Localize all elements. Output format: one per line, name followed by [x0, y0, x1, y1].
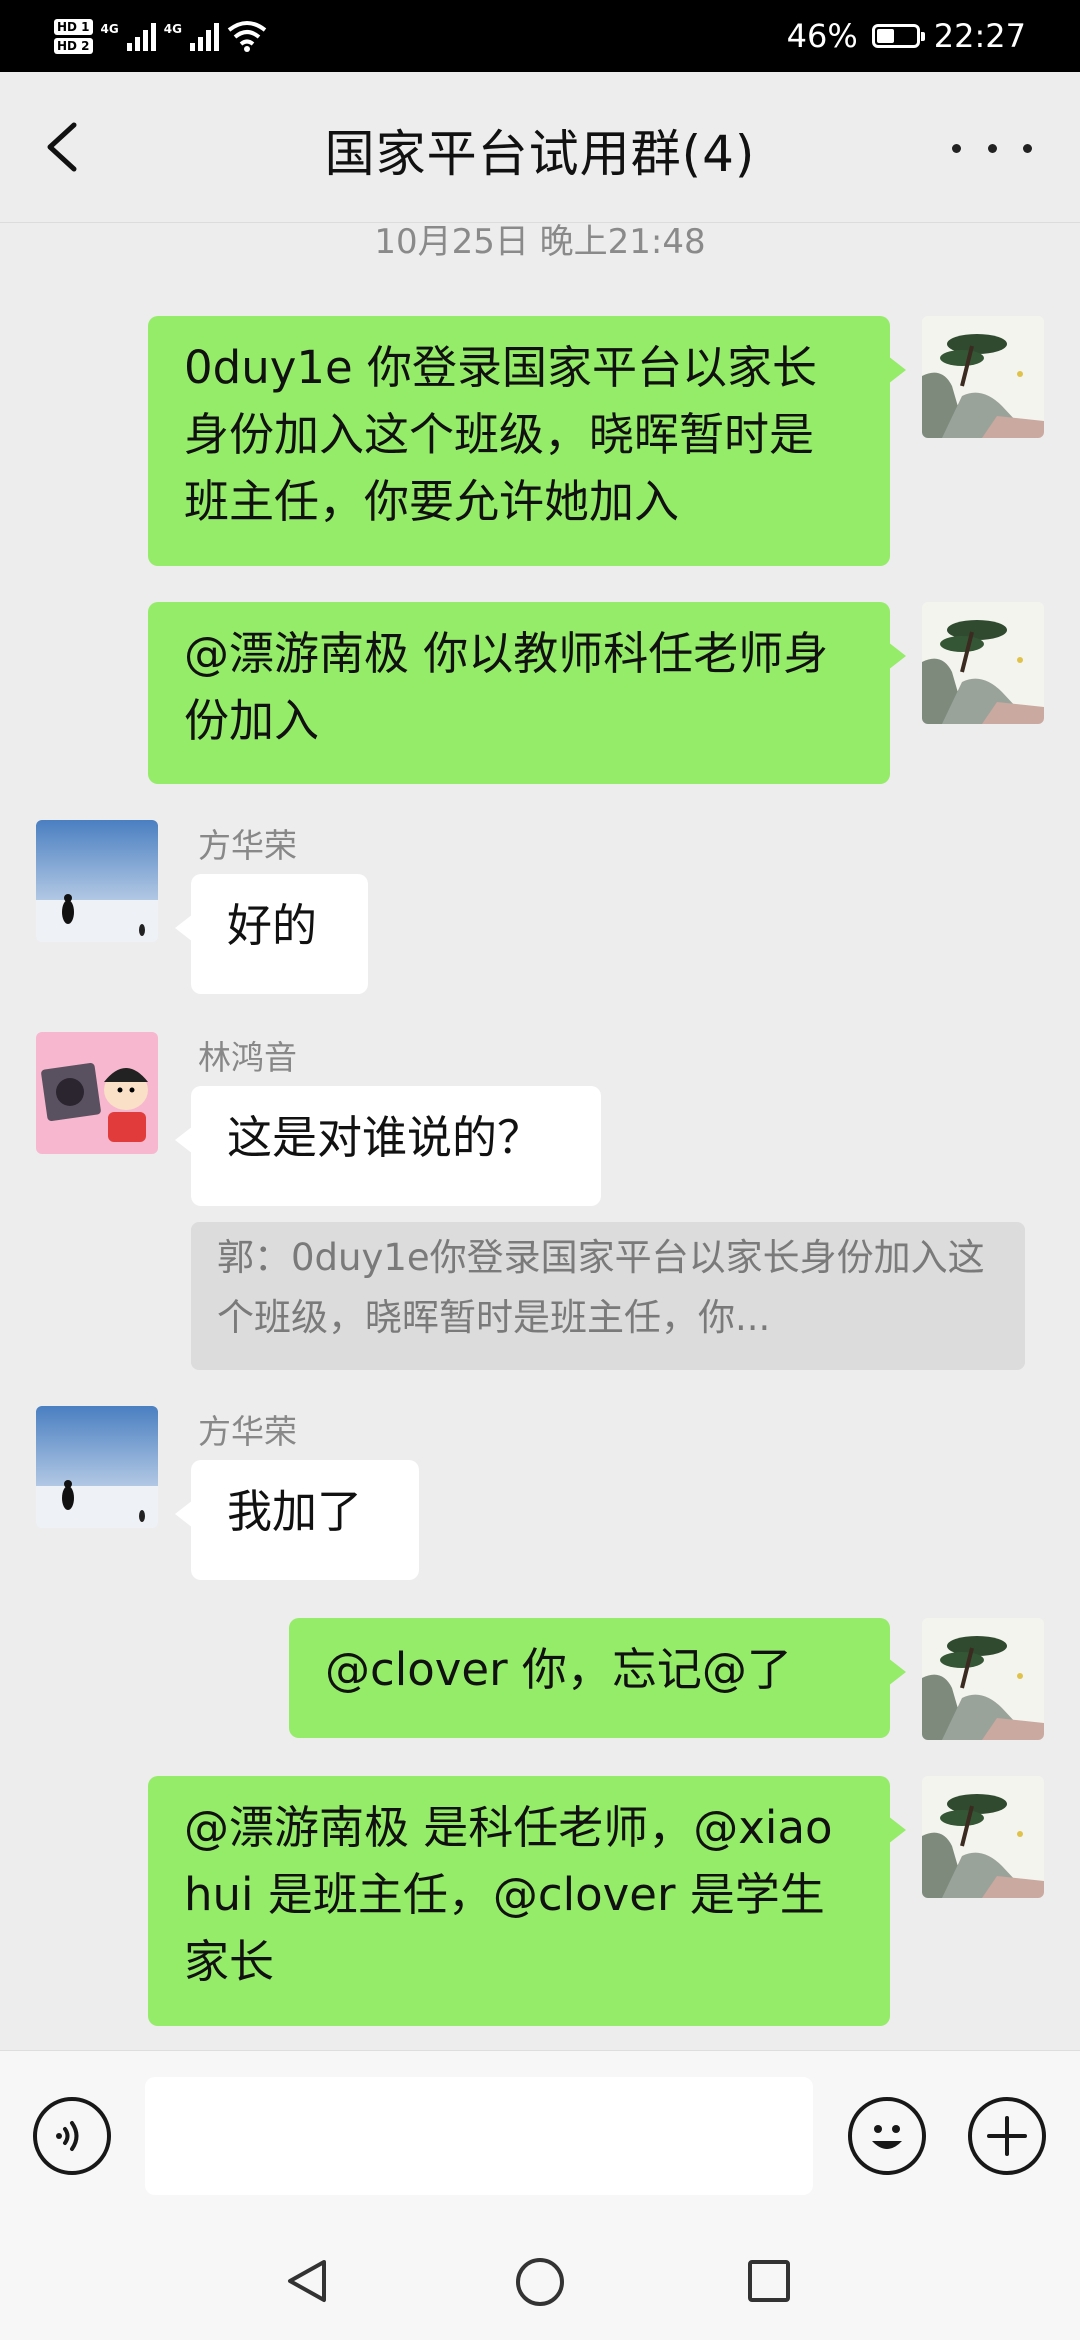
my-avatar[interactable]	[922, 316, 1044, 438]
status-bar: HD 1 HD 2 4G 4G 46% 22:27	[0, 0, 1080, 72]
hd2-badge: HD 2	[54, 37, 93, 54]
penguin-avatar-icon	[36, 820, 158, 942]
signal-bars-icon	[126, 21, 156, 51]
message-bubble-sent[interactable]: @clover 你，忘记@了	[289, 1618, 906, 1738]
hd1-badge: HD 1	[54, 18, 93, 35]
message-bubble-sent[interactable]: @漂游南极 你以教师科任老师身份加入	[148, 602, 906, 784]
voice-input-button[interactable]	[33, 2097, 111, 2175]
signal-bars-icon	[189, 21, 219, 51]
plus-icon	[987, 2116, 1027, 2156]
my-avatar[interactable]	[922, 1618, 1044, 1740]
emoji-button[interactable]	[848, 2097, 926, 2175]
sender-name: 方华荣	[198, 1412, 297, 1451]
input-bar	[0, 2050, 1080, 2223]
message-bubble-sent[interactable]: @漂游南极 是科任老师，@xiaohui 是班主任，@clover 是学生家长	[148, 1776, 906, 2026]
message-text: @漂游南极 是科任老师，@xiaohui 是班主任，@clover 是学生家长	[184, 1801, 833, 1988]
back-triangle-icon[interactable]	[282, 2256, 332, 2306]
contact-avatar[interactable]	[36, 1032, 158, 1154]
message-text: 好的	[227, 899, 318, 952]
penguin-avatar-icon	[36, 1406, 158, 1528]
voice-icon	[56, 2121, 79, 2151]
sender-name: 方华荣	[198, 826, 297, 865]
more-options-icon[interactable]	[952, 120, 1032, 176]
pine-painting-avatar-icon	[922, 602, 1044, 724]
chat-header: 国家平台试用群(4)	[0, 72, 1080, 223]
more-functions-button[interactable]	[968, 2097, 1046, 2175]
recent-apps-square-icon[interactable]	[746, 2258, 792, 2304]
message-text: 这是对谁说的？	[227, 1111, 543, 1164]
quoted-text: 郭：0duy1e你登录国家平台以家长身份加入这个班级，晓晖暂时是班主任，你...	[217, 1236, 985, 1339]
message-list[interactable]: 10月25日 晚上21:48 0duy1e 你登录国家平台以家长身份加入这个班级…	[0, 222, 1080, 2050]
chat-title: 国家平台试用群(4)	[324, 125, 756, 183]
message-text: 0duy1e 你登录国家平台以家长身份加入这个班级，晓晖暂时是班主任，你要允许她…	[184, 341, 817, 528]
wifi-icon	[227, 21, 267, 52]
contact-avatar[interactable]	[36, 820, 158, 942]
message-bubble-sent[interactable]: 0duy1e 你登录国家平台以家长身份加入这个班级，晓晖暂时是班主任，你要允许她…	[148, 316, 906, 566]
pine-painting-avatar-icon	[922, 1776, 1044, 1898]
pine-painting-avatar-icon	[922, 1618, 1044, 1740]
battery-level	[876, 29, 894, 43]
emoji-icon	[872, 2125, 902, 2149]
my-avatar[interactable]	[922, 602, 1044, 724]
signal-indicators: HD 1 HD 2 4G 4G	[54, 14, 267, 58]
network-type-1: 4G	[100, 22, 119, 36]
message-text: @clover 你，忘记@了	[325, 1643, 792, 1696]
status-right: 46% 22:27	[787, 0, 1026, 72]
network-type-2: 4G	[163, 22, 182, 36]
message-input[interactable]	[145, 2077, 813, 2195]
battery-icon	[871, 24, 925, 48]
message-bubble-received[interactable]: 我加了	[175, 1460, 419, 1580]
message-timestamp: 10月25日 晚上21:48	[374, 222, 706, 262]
battery-percent: 46%	[786, 17, 858, 55]
message-text: @漂游南极 你以教师科任老师身份加入	[184, 627, 829, 747]
home-circle-icon[interactable]	[514, 2256, 566, 2308]
contact-avatar[interactable]	[36, 1406, 158, 1528]
message-text: 我加了	[227, 1485, 363, 1538]
pine-painting-avatar-icon	[922, 316, 1044, 438]
clock: 22:27	[933, 17, 1026, 55]
system-navigation-bar	[0, 2222, 1080, 2340]
quoted-message[interactable]: 郭：0duy1e你登录国家平台以家长身份加入这个班级，晓晖暂时是班主任，你...	[191, 1222, 1025, 1370]
message-bubble-received[interactable]: 好的	[175, 874, 368, 994]
my-avatar[interactable]	[922, 1776, 1044, 1898]
cartoon-avatar-icon	[36, 1032, 158, 1154]
sender-name: 林鸿音	[198, 1038, 297, 1077]
message-bubble-received[interactable]: 这是对谁说的？	[175, 1086, 601, 1206]
